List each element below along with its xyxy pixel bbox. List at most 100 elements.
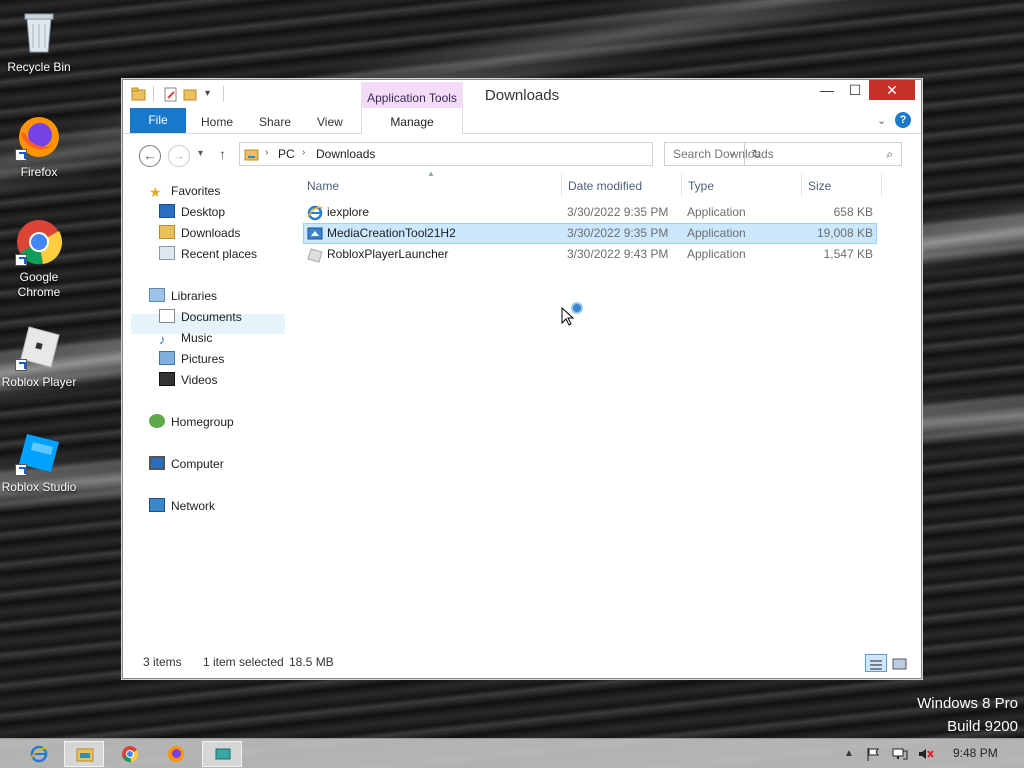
selected-size: 18.5 MB [289,655,334,669]
nav-recent-places[interactable]: Recent places [159,244,257,264]
busy-indicator-icon [571,302,583,314]
recycle-bin-icon [15,8,63,56]
roblox-launcher-icon [307,247,323,270]
back-button[interactable]: ← [139,145,161,167]
internet-explorer-icon [30,745,48,766]
nav-favorites[interactable]: ★ Favorites [149,181,220,201]
desktop-icon-label: Google Chrome [17,270,61,299]
file-size: 19,008 KB [816,226,873,240]
tab-file[interactable]: File [130,108,186,133]
media-creation-tool-icon [214,747,232,766]
nav-homegroup[interactable]: Homegroup [149,412,234,432]
homegroup-icon [149,414,165,428]
taskbar-internet-explorer[interactable] [18,741,58,767]
downloads-folder-icon [159,225,175,239]
search-placeholder: Search Downloads [673,147,774,161]
file-name: iexplore [327,205,370,219]
file-date: 3/30/2022 9:43 PM [567,247,669,261]
shortcut-arrow-icon [15,464,27,476]
minimize-button[interactable]: — [813,80,841,100]
window-title: Downloads [484,87,560,104]
recent-places-icon [159,246,175,260]
volume-muted-icon[interactable] [918,747,934,761]
network-icon [149,498,165,512]
file-type: Application [687,226,746,240]
column-header-date[interactable]: Date modified [568,174,642,198]
desktop-icon-firefox[interactable]: Firefox [0,113,78,180]
up-arrow-icon[interactable]: ↑ [219,146,226,162]
windows-watermark: Windows 8 Pro Build 9200 [917,692,1018,738]
nav-downloads[interactable]: Downloads [159,223,240,243]
desktop-icon-label: Roblox Studio [1,480,77,494]
nav-libraries[interactable]: Libraries [149,286,217,306]
address-bar[interactable]: › PC › Downloads ⌄ ↻ [239,142,762,166]
desktop-icon-roblox-player[interactable]: Roblox Player [0,323,78,390]
table-row[interactable]: iexplore 3/30/2022 9:35 PM Application 6… [303,202,877,223]
tab-home[interactable]: Home [201,108,233,133]
maximize-button[interactable]: ☐ [841,80,869,100]
search-icon: ⌕ [886,147,893,161]
taskbar: ▲ 9:48 PM [0,738,1024,768]
table-row[interactable]: RobloxPlayerLauncher 3/30/2022 9:43 PM A… [303,244,877,265]
taskbar-clock[interactable]: 9:48 PM [953,746,998,760]
explorer-window: ▾ Application Tools Downloads — ☐ ✕ File… [122,79,922,679]
file-size: 658 KB [833,205,873,219]
folder-icon [244,146,260,165]
nav-pictures[interactable]: Pictures [159,349,224,369]
pictures-icon [159,351,175,365]
desktop-icon-label: Recycle Bin [7,60,71,74]
desktop-icon-recycle-bin[interactable]: Recycle Bin [0,8,78,75]
taskbar-firefox[interactable] [156,741,196,767]
computer-icon [149,456,165,470]
nav-music[interactable]: ♪ Music [159,328,212,348]
shortcut-arrow-icon [15,359,27,371]
file-size: 1,547 KB [823,247,873,261]
column-header-type[interactable]: Type [688,174,714,198]
shortcut-arrow-icon [15,149,27,161]
file-list: ▲ Name Date modified Type Size iexplore … [301,169,901,647]
close-button[interactable]: ✕ [869,80,915,100]
chrome-icon [15,218,63,266]
file-type: Application [687,205,746,219]
title-bar[interactable]: ▾ Application Tools Downloads — ☐ ✕ [123,80,921,109]
firefox-icon [167,745,185,766]
nav-videos[interactable]: Videos [159,370,217,390]
documents-icon [159,309,175,323]
show-hidden-icons-icon[interactable]: ▲ [844,747,858,761]
column-header-size[interactable]: Size [808,174,831,198]
nav-desktop[interactable]: Desktop [159,202,225,222]
desktop-icon-roblox-studio[interactable]: Roblox Studio [0,428,78,495]
column-header-name[interactable]: Name [307,174,339,198]
videos-icon [159,372,175,386]
tab-share[interactable]: Share [259,108,291,133]
watermark-build: Build 9200 [947,718,1018,735]
taskbar-chrome[interactable] [110,741,150,767]
recent-locations-icon[interactable]: ▾ [198,148,203,159]
details-view-icon[interactable] [865,654,887,672]
taskbar-file-explorer[interactable] [64,741,104,767]
chevron-right-icon: › [302,147,306,158]
action-center-flag-icon[interactable] [866,747,880,761]
sort-arrow-icon: ▲ [427,169,435,178]
tab-view[interactable]: View [317,108,343,133]
breadcrumb-pc[interactable]: PC [278,147,295,161]
tab-manage[interactable]: Manage [361,108,463,134]
network-status-icon[interactable] [892,747,908,761]
breadcrumb-downloads[interactable]: Downloads [316,147,375,161]
forward-button[interactable]: → [168,145,190,167]
large-icons-view-icon[interactable] [891,654,909,672]
search-input[interactable]: Search Downloads ⌕ [664,142,902,166]
help-icon[interactable]: ? [895,112,911,128]
taskbar-media-creation-tool[interactable] [202,741,242,767]
desktop-icon-chrome[interactable]: Google Chrome [0,218,78,300]
table-row-selected[interactable]: MediaCreationTool21H2 3/30/2022 9:35 PM … [303,223,877,244]
address-row: ← → ▾ ↑ › PC › Downloads ⌄ ↻ Search Down… [123,134,921,170]
file-explorer-icon [76,746,94,765]
nav-network[interactable]: Network [149,496,215,516]
watermark-edition: Windows 8 Pro [917,695,1018,712]
item-count: 3 items [143,655,182,669]
nav-documents[interactable]: Documents [159,307,242,327]
file-date: 3/30/2022 9:35 PM [567,205,669,219]
nav-computer[interactable]: Computer [149,454,224,474]
ribbon-expand-icon[interactable]: ⌄ [877,114,886,127]
